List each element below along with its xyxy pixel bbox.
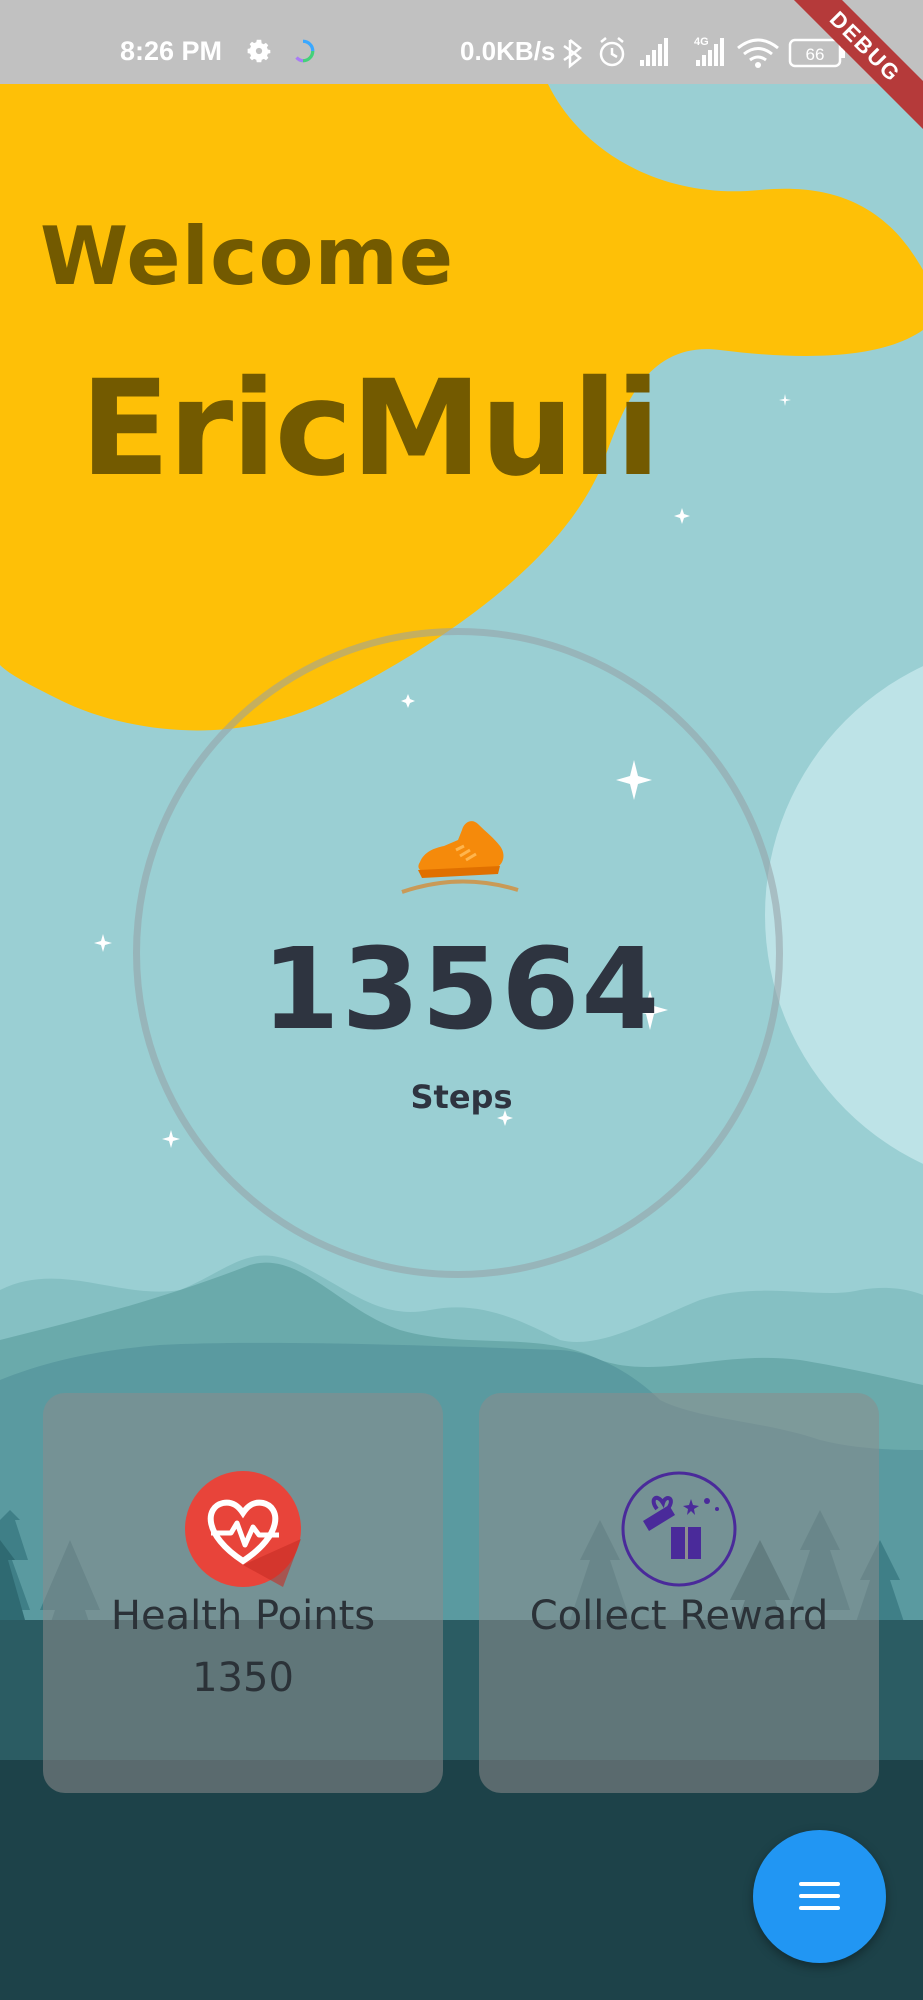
steps-label: Steps — [410, 1078, 513, 1116]
status-time: 8:26 PM — [120, 36, 223, 66]
menu-icon — [799, 1882, 840, 1910]
signal-4g-icon: 4G — [694, 36, 724, 66]
collect-reward-title: Collect Reward — [529, 1593, 829, 1639]
alarm-icon — [599, 37, 625, 67]
bluetooth-icon — [563, 39, 582, 69]
username-heading: EricMuli — [80, 352, 661, 506]
health-points-card[interactable]: Health Points 1350 — [43, 1393, 443, 1793]
steps-count: 13564 — [261, 925, 662, 1055]
menu-fab-button[interactable] — [753, 1830, 886, 1963]
gift-icon — [621, 1471, 737, 1587]
battery-icon: 66 — [788, 38, 845, 68]
battery-level: 66 — [806, 45, 825, 64]
system-indicators: 4G 66 — [563, 36, 845, 69]
signal-icon — [640, 38, 668, 66]
collect-reward-card[interactable]: Collect Reward — [479, 1393, 879, 1793]
status-bar: 8:26 PM 0.0KB/s 4G 66 DEBUG — [0, 0, 923, 144]
app-screen: 8:26 PM 0.0KB/s 4G 66 DEBUG Welcome Eric… — [0, 0, 923, 2000]
running-shoe-icon — [401, 821, 519, 894]
heart-pulse-icon — [185, 1471, 301, 1587]
health-points-value: 1350 — [192, 1655, 294, 1701]
health-points-title: Health Points — [110, 1593, 376, 1639]
network-speed: 0.0KB/s — [460, 36, 556, 66]
gear-icon — [247, 39, 271, 63]
welcome-heading: Welcome — [40, 210, 455, 303]
wifi-icon — [737, 38, 779, 68]
signal-4g-label: 4G — [694, 36, 709, 48]
app-activity-icon — [295, 39, 315, 63]
